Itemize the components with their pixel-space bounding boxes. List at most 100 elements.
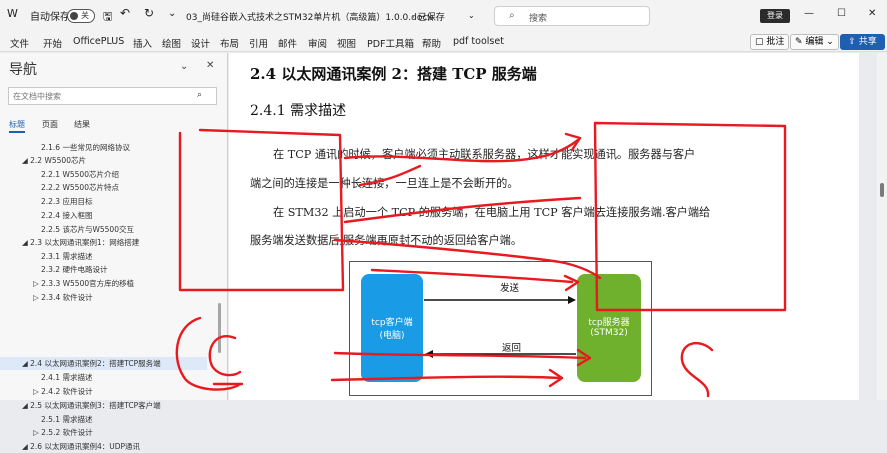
- chevron-down-icon: ⌄: [823, 37, 834, 47]
- nav-item-selected[interactable]: ◢ 2.4 以太网通讯案例2：搭建TCP服务端: [22, 357, 161, 370]
- navigation-pane: 导航 ⌄ ✕ 在文档中搜索 ⌕ 标题 页面 结果 2.1.6 一些常见的网络协议…: [0, 53, 228, 451]
- menu-pdf-toolset[interactable]: pdf toolset: [453, 36, 504, 47]
- menu-review[interactable]: 审阅: [308, 36, 327, 50]
- diagram-arrows: [424, 296, 576, 358]
- scrollbar-thumb[interactable]: [880, 183, 884, 197]
- nav-item[interactable]: 2.5.1 需求描述: [41, 413, 92, 426]
- comments-button[interactable]: ▢ 批注: [750, 34, 790, 50]
- close-icon[interactable]: ✕: [868, 8, 876, 19]
- tcp-diagram: tcp客户端 (电脑) tcp服务器 (STM32) 发送 返回: [349, 261, 652, 396]
- nav-item[interactable]: ▷ 2.3.4 软件设计: [33, 291, 93, 304]
- expand-triangle-icon: ◢: [22, 359, 31, 368]
- nav-item[interactable]: ◢ 2.5 以太网通讯案例3：搭建TCP客户端: [22, 399, 161, 412]
- nav-item[interactable]: 2.2.2 W5500芯片特点: [41, 181, 119, 194]
- comment-icon: ▢: [755, 37, 767, 47]
- heading-2: 2.4 以太网通讯案例 2：搭建 TCP 服务端: [250, 65, 537, 83]
- share-button[interactable]: ⇪ 共享: [840, 34, 885, 50]
- document-filename: 03_尚硅谷嵌入式技术之STM32单片机（高级篇）1.0.0.docx: [186, 13, 433, 23]
- menu-design[interactable]: 设计: [191, 36, 210, 50]
- nav-title: 导航: [9, 62, 37, 78]
- nav-item[interactable]: 2.2.3 应用目标: [41, 195, 92, 208]
- nav-item[interactable]: 2.2.5 该芯片与W5500交互: [41, 223, 134, 236]
- expand-triangle-icon: ◢: [22, 238, 31, 247]
- document-page: 2.4 以太网通讯案例 2：搭建 TCP 服务端 2.4.1 需求描述 在 TC…: [229, 53, 859, 400]
- menu-layout[interactable]: 布局: [220, 36, 239, 50]
- collapsed-triangle-icon: ▷: [33, 279, 42, 288]
- ribbon-tabs: 文件 开始 OfficePLUS 插入 绘图 设计 布局 引用 邮件 审阅 视图…: [0, 32, 887, 52]
- saved-status: · 已保存: [412, 13, 445, 23]
- collapsed-triangle-icon: ▷: [33, 428, 42, 437]
- word-logo-icon: W: [7, 7, 18, 20]
- nav-item[interactable]: 2.2.4 接入框图: [41, 209, 92, 222]
- paragraph-1-line-1: 在 TCP 通讯的时候，客户端必须主动联系服务器，这样才能实现通讯。服务器与客户: [273, 148, 696, 161]
- chevron-down-icon[interactable]: ⌄: [468, 11, 475, 20]
- nav-item-label: 2.6 以太网通讯案例4：UDP通讯: [30, 442, 141, 451]
- menu-draw[interactable]: 绘图: [162, 36, 181, 50]
- nav-item-label: 2.3.4 软件设计: [41, 293, 93, 302]
- nav-search-placeholder: 在文档中搜索: [13, 92, 61, 101]
- document-canvas: 2.4 以太网通讯案例 2：搭建 TCP 服务端 2.4.1 需求描述 在 TC…: [229, 53, 877, 400]
- document-scrollbar[interactable]: [877, 53, 887, 400]
- share-label: 共享: [858, 37, 877, 47]
- menu-help[interactable]: 帮助: [422, 36, 441, 50]
- nav-item[interactable]: ▷ 2.3.3 W5500官方库的移植: [33, 277, 134, 290]
- minimize-icon[interactable]: —: [804, 8, 814, 19]
- save-icon[interactable]: 🖫: [103, 8, 112, 27]
- redo-icon[interactable]: ↻: [144, 6, 154, 20]
- nav-item-label: 2.4 以太网通讯案例2：搭建TCP服务端: [30, 359, 161, 368]
- nav-item[interactable]: 2.4.1 需求描述: [41, 371, 92, 384]
- nav-item-label: 2.5 以太网通讯案例3：搭建TCP客户端: [30, 401, 161, 410]
- nav-item[interactable]: 2.2.1 W5500芯片介绍: [41, 168, 119, 181]
- undo-icon[interactable]: ↶: [120, 6, 130, 20]
- pencil-icon: ✎: [795, 37, 806, 47]
- menu-file[interactable]: 文件: [10, 36, 29, 50]
- send-arrowhead: [568, 296, 576, 304]
- paragraph-1-line-2: 端之间的连接是一种长连接，一旦连上是不会断开的。: [250, 177, 519, 190]
- menu-officeplus[interactable]: OfficePLUS: [73, 36, 124, 47]
- tab-pages[interactable]: 页面: [42, 119, 58, 130]
- nav-item[interactable]: ◢ 2.6 以太网通讯案例4：UDP通讯: [22, 440, 140, 453]
- nav-scrollbar[interactable]: [218, 303, 221, 353]
- expand-triangle-icon: ◢: [22, 401, 31, 410]
- menu-view[interactable]: 视图: [337, 36, 356, 50]
- nav-search-input[interactable]: 在文档中搜索 ⌕: [8, 87, 217, 105]
- nav-item[interactable]: 2.1.6 一些常见的网络协议: [41, 141, 130, 154]
- paragraph-2-line-2: 服务端发送数据后,服务端再原封不动的返回给客户端。: [250, 234, 523, 247]
- nav-item-label: 2.2 W5500芯片: [30, 156, 86, 165]
- tab-headings[interactable]: 标题: [9, 119, 25, 130]
- menu-references[interactable]: 引用: [249, 36, 268, 50]
- menu-mailings[interactable]: 邮件: [278, 36, 297, 50]
- search-icon: ⌕: [509, 10, 515, 21]
- nav-item-label: 2.5.2 软件设计: [41, 428, 93, 437]
- nav-item[interactable]: 2.3.1 需求描述: [41, 250, 92, 263]
- nav-item[interactable]: 2.3.2 硬件电路设计: [41, 263, 107, 276]
- nav-item-label: 2.4.2 软件设计: [41, 387, 93, 396]
- comments-label: 批注: [766, 37, 785, 47]
- paragraph-2-line-1: 在 STM32 上启动一个 TCP 的服务端，在电脑上用 TCP 客户端去连接服…: [273, 206, 711, 219]
- nav-item[interactable]: ◢ 2.3 以太网通讯案例1：网络搭建: [22, 236, 139, 249]
- active-tab-indicator: [9, 131, 25, 133]
- return-arrowhead: [425, 350, 433, 358]
- menu-home[interactable]: 开始: [43, 36, 62, 50]
- maximize-icon[interactable]: ☐: [837, 8, 846, 19]
- login-button[interactable]: 登录: [760, 9, 790, 23]
- collapsed-triangle-icon: ▷: [33, 387, 42, 396]
- close-icon[interactable]: ✕: [206, 60, 214, 71]
- nav-item[interactable]: ◢ 2.2 W5500芯片: [22, 154, 86, 167]
- editing-label: 编辑: [805, 37, 824, 47]
- tab-results[interactable]: 结果: [74, 119, 90, 130]
- menu-insert[interactable]: 插入: [133, 36, 152, 50]
- toggle-knob: [70, 12, 78, 20]
- autosave-toggle[interactable]: 关: [67, 9, 95, 23]
- search-input[interactable]: ⌕ 搜索: [494, 6, 650, 26]
- search-icon[interactable]: ⌕: [197, 90, 202, 100]
- nav-item-label: 2.3.3 W5500官方库的移植: [41, 279, 135, 288]
- nav-options-icon[interactable]: ⌄: [180, 61, 188, 72]
- editing-mode-button[interactable]: ✎ 编辑 ⌄: [790, 34, 839, 50]
- menu-pdf-toolbox[interactable]: PDF工具箱: [367, 36, 414, 50]
- customize-toolbar-icon[interactable]: ⌄: [168, 8, 176, 19]
- autosave-label: 自动保存: [30, 12, 70, 23]
- title-bar: W 自动保存 关 🖫 ↶ ↻ ⌄ 03_尚硅谷嵌入式技术之STM32单片机（高级…: [0, 0, 887, 32]
- nav-item[interactable]: ▷ 2.4.2 软件设计: [33, 385, 93, 398]
- nav-item[interactable]: ▷ 2.5.2 软件设计: [33, 426, 93, 439]
